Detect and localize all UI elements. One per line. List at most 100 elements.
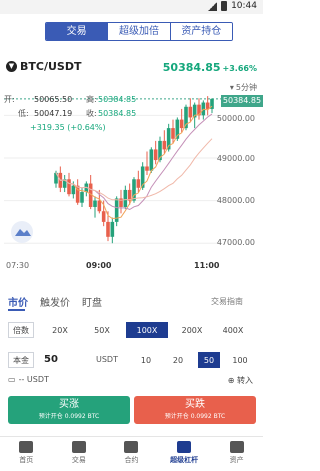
sell-label: 买跌 (185, 399, 205, 410)
sell-short-button[interactable]: 买跌 预计开仓 0.0992 BTC (134, 396, 256, 424)
nav-label: 资产 (229, 456, 244, 464)
nav-label: 合约 (124, 456, 139, 464)
buy-estimate: 预计开仓 0.0992 BTC (38, 413, 100, 420)
candle-body (205, 102, 210, 109)
amount-row: 本金 50 USDT 10 20 50 100 (0, 351, 263, 369)
last-price-badge: 50384.85 (221, 95, 263, 107)
low-value: 50047.19 (34, 109, 73, 118)
leverage-row: 倍数 20X 50X 100X 200X 400X (0, 322, 263, 340)
signal-icon (208, 1, 218, 11)
amount-input[interactable]: 50 (44, 354, 58, 365)
chevron-down-icon: ▼ (6, 61, 17, 72)
candle-body (179, 119, 184, 129)
nav-home[interactable]: 首页 (0, 437, 53, 471)
x-tick: 11:00 (194, 261, 220, 270)
low-label: 低: (18, 109, 29, 118)
candle-body (93, 200, 97, 207)
interval-label: 5分钟 (235, 83, 257, 92)
candle-body (123, 189, 128, 207)
tab-market[interactable]: 市价 (8, 294, 28, 309)
close-label: 收: (86, 109, 97, 118)
active-tab-indicator (8, 309, 25, 311)
amount-label: 本金 (8, 352, 34, 368)
trade-guide-link[interactable]: 交易指南 (211, 296, 243, 307)
y-tick: 49000.00 (216, 154, 255, 163)
nav-label: 首页 (19, 456, 34, 464)
chevron-down-icon: ▾ (229, 83, 234, 92)
tab-watch[interactable]: 盯盘 (82, 294, 102, 309)
buy-label: 买涨 (59, 399, 79, 410)
high-value: 50384.85 (98, 95, 137, 104)
leverage-option[interactable]: 200X (174, 322, 210, 338)
diff-value: +319.35 (+0.64%) (30, 123, 106, 132)
status-time: 10:44 (231, 1, 257, 11)
tab-trade[interactable]: 交易 (46, 23, 108, 40)
available-value: -- USDT (18, 375, 49, 384)
candle-body (80, 192, 84, 203)
y-tick: 50000.00 (216, 114, 255, 123)
interval-selector[interactable]: ▾ 5分钟 (230, 82, 257, 93)
open-value: 50065.50 (34, 95, 73, 104)
candle-body (71, 185, 76, 195)
nav-trade[interactable]: 交易 (53, 437, 106, 471)
wallet-icon (229, 441, 244, 453)
leverage-option[interactable]: 20X (42, 322, 78, 338)
nav-label: 交易 (71, 456, 86, 464)
amount-preset[interactable]: 10 (132, 352, 160, 368)
candle-body (162, 140, 167, 150)
buy-long-button[interactable]: 买涨 预计开仓 0.0992 BTC (8, 396, 130, 424)
nav-assets[interactable]: 资产 (210, 437, 263, 471)
tab-trigger[interactable]: 触发价 (40, 294, 70, 309)
leverage-label: 倍数 (8, 322, 34, 338)
amount-preset[interactable]: 50 (198, 352, 220, 368)
top-tabs: 交易 超级加倍 资产持仓 (45, 22, 233, 41)
battery-icon (221, 1, 228, 11)
market-price: 50384.85 +3.66% (163, 61, 257, 74)
transfer-button[interactable]: ⊕ 转入 (228, 375, 253, 386)
leverage-option[interactable]: 50X (84, 322, 120, 338)
sell-estimate: 预计开仓 0.0992 BTC (164, 413, 226, 420)
price-value: 50384.85 (162, 61, 221, 74)
tab-positions[interactable]: 资产持仓 (169, 23, 232, 40)
contract-icon (124, 441, 139, 453)
leverage-icon (177, 441, 192, 453)
candle-body (136, 179, 141, 188)
high-label: 高: (86, 95, 97, 104)
candle-body (149, 149, 154, 171)
candle-body (188, 106, 193, 118)
amount-unit: USDT (96, 355, 118, 364)
bottom-nav: 首页 交易 合约 超级杠杆 资产 (0, 436, 263, 471)
leverage-option[interactable]: 400X (214, 322, 252, 338)
candle-body (97, 200, 102, 212)
y-tick: 48000.00 (216, 196, 255, 205)
amount-preset[interactable]: 100 (226, 352, 254, 368)
home-icon (19, 441, 34, 453)
price-change: +3.66% (222, 64, 257, 73)
x-tick: 07:30 (6, 261, 30, 270)
close-value: 50384.85 (98, 109, 137, 118)
x-tick: 09:00 (86, 261, 112, 270)
transfer-label: 转入 (237, 376, 253, 385)
ohlc-panel: 开: 50065.50 高: 50384.85 低: 50047.19 收: 50384.8… (4, 93, 136, 135)
pair-label: BTC/USDT (20, 60, 82, 73)
candle-body (101, 211, 106, 222)
candle-body (171, 128, 175, 139)
trade-icon (71, 441, 86, 453)
nav-contract[interactable]: 合约 (105, 437, 158, 471)
available-balance: ▭ -- USDT (8, 375, 49, 384)
wallet-icon: ▭ (8, 375, 16, 384)
open-label: 开: (4, 95, 15, 104)
status-bar: 10:44 (0, 0, 263, 14)
candle-body (145, 166, 149, 171)
candle-body (67, 179, 71, 195)
order-type-tabs: 市价 触发价 盯盘 (8, 294, 102, 309)
y-tick: 47000.00 (216, 238, 255, 247)
tab-super-double[interactable]: 超级加倍 (107, 23, 170, 40)
candle-body (110, 221, 115, 237)
amount-preset[interactable]: 20 (164, 352, 192, 368)
nav-label: 超级杠杆 (170, 456, 199, 464)
pair-selector[interactable]: ▼ BTC/USDT (6, 60, 81, 73)
candle-body (153, 149, 158, 161)
nav-super-leverage[interactable]: 超级杠杆 (158, 437, 211, 471)
leverage-option[interactable]: 100X (126, 322, 168, 338)
